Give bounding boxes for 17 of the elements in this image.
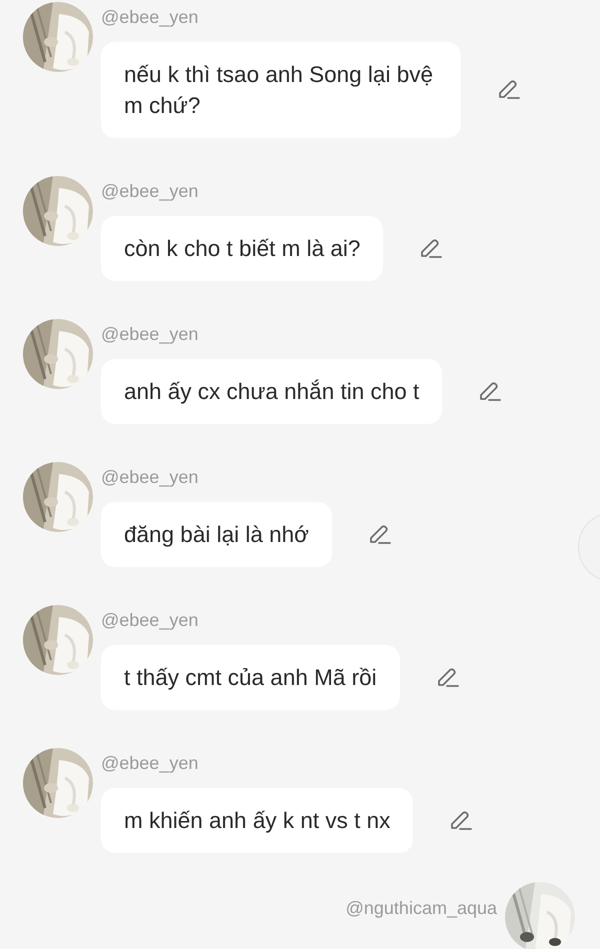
edit-icon[interactable] [418, 236, 442, 260]
username: @nguthicam_aqua [346, 897, 497, 919]
message-bubble: nếu k thì tsao anh Song lại bvệ m chứ? [101, 42, 461, 138]
message-bubble: còn k cho t biết m là ai? [101, 216, 384, 281]
message-bubble: m khiến anh ấy k nt vs t nx [101, 788, 414, 853]
edit-icon[interactable] [496, 78, 520, 102]
message-bubble: t thấy cmt của anh Mã rồi [101, 645, 400, 710]
username: @ebee_yen [101, 609, 200, 631]
username: @ebee_yen [101, 466, 200, 488]
edit-icon[interactable] [448, 808, 472, 832]
message-bubble: đăng bài lại là nhớ [101, 502, 332, 567]
edit-icon[interactable] [477, 380, 502, 404]
message-bubble: anh ấy cx chưa nhắn tin cho t [101, 359, 442, 424]
username: @ebee_yen [101, 6, 200, 28]
username: @ebee_yen [101, 180, 200, 202]
username: @ebee_yen [101, 323, 200, 345]
username: @ebee_yen [101, 752, 200, 774]
